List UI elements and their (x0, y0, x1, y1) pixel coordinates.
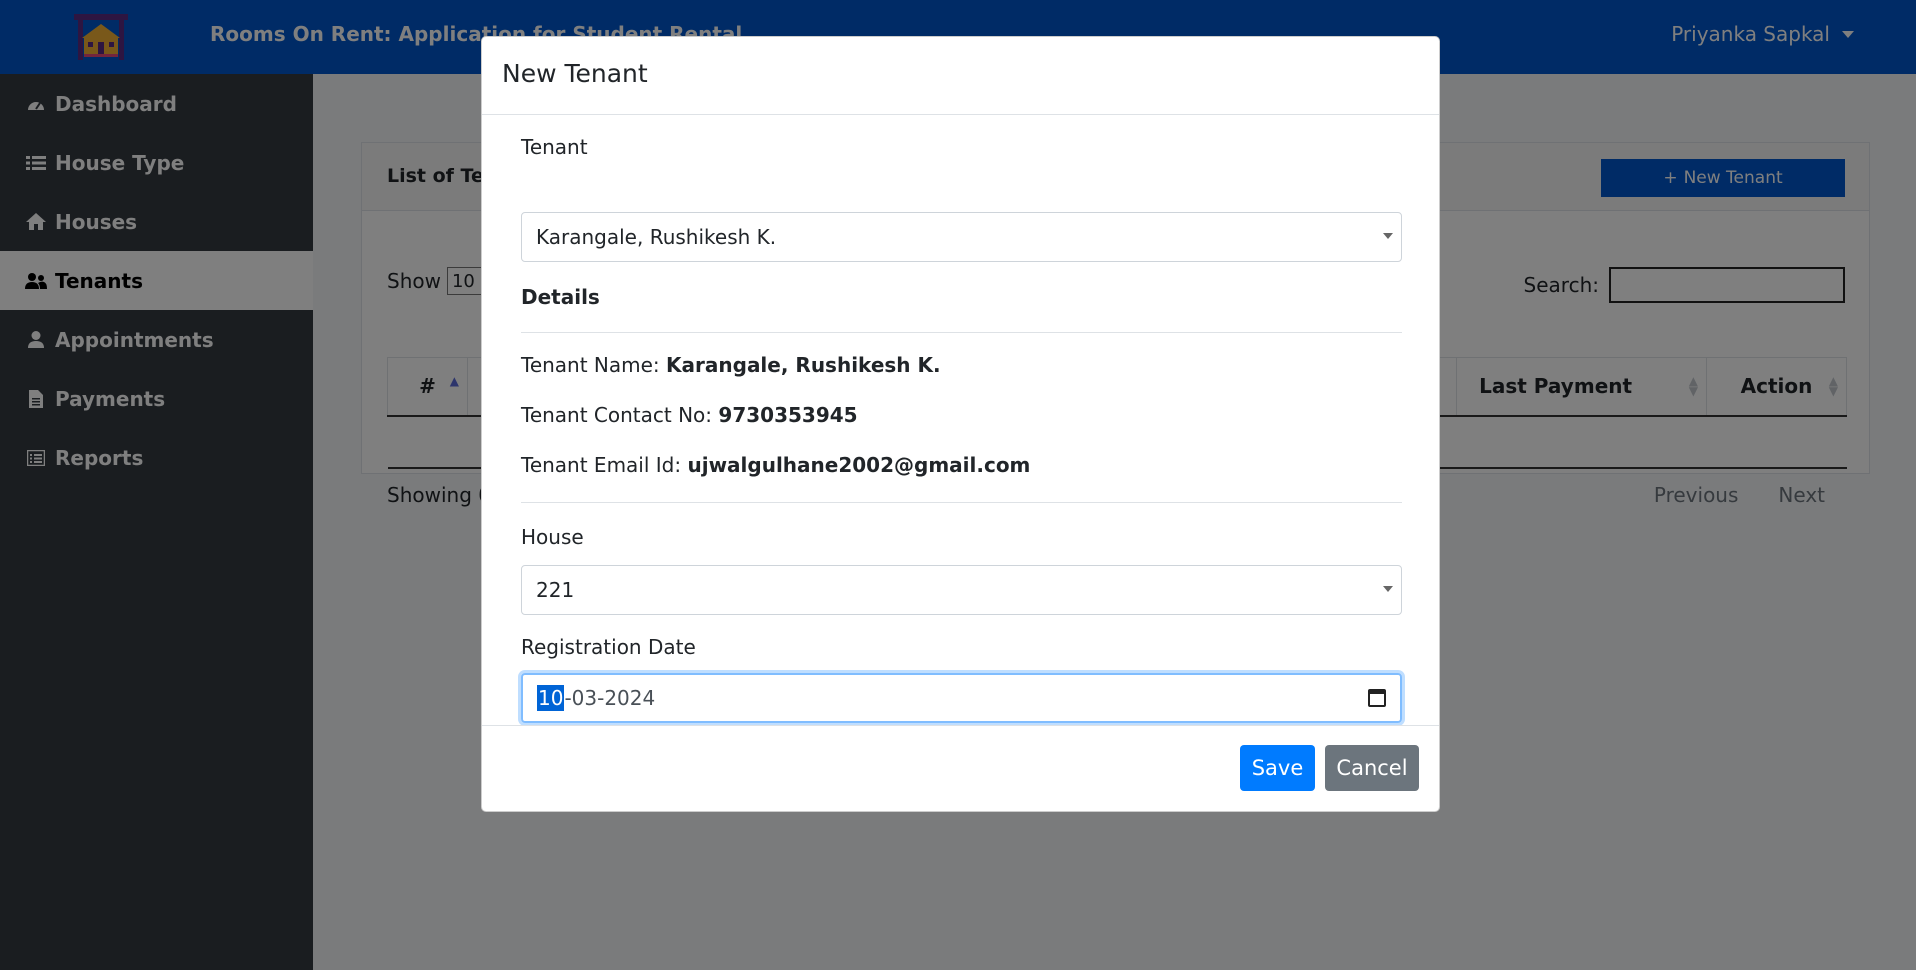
tenant-label: Tenant (521, 135, 588, 159)
tenant-contact-detail: Tenant Contact No: 9730353945 (521, 403, 858, 427)
chevron-down-icon (1383, 233, 1393, 239)
modal-footer-divider (482, 725, 1439, 726)
date-month-year-segment[interactable]: -03-2024 (564, 686, 655, 710)
registration-date-label: Registration Date (521, 635, 696, 659)
calendar-icon[interactable] (1368, 689, 1386, 707)
house-label: House (521, 525, 584, 549)
save-button[interactable]: Save (1240, 745, 1315, 791)
house-select[interactable]: 221 (521, 565, 1402, 615)
tenant-email-value: ujwalgulhane2002@gmail.com (687, 453, 1031, 477)
chevron-down-icon (1383, 586, 1393, 592)
tenant-select[interactable]: Karangale, Rushikesh K. (521, 212, 1402, 262)
new-tenant-modal: New Tenant Tenant Karangale, Rushikesh K… (481, 36, 1440, 812)
tenant-email-detail: Tenant Email Id: ujwalgulhane2002@gmail.… (521, 453, 1031, 477)
divider (521, 332, 1402, 333)
registration-date-input[interactable]: 10 -03-2024 (521, 673, 1402, 723)
date-day-segment[interactable]: 10 (537, 685, 565, 711)
house-select-value: 221 (536, 578, 575, 602)
tenant-name-detail: Tenant Name: Karangale, Rushikesh K. (521, 353, 941, 377)
tenant-select-value: Karangale, Rushikesh K. (536, 225, 777, 249)
divider (521, 502, 1402, 503)
modal-title: New Tenant (502, 59, 648, 88)
modal-header: New Tenant (482, 37, 1439, 115)
details-title: Details (521, 285, 600, 309)
cancel-button[interactable]: Cancel (1325, 745, 1419, 791)
tenant-contact-value: 9730353945 (718, 403, 858, 427)
tenant-name-value: Karangale, Rushikesh K. (666, 353, 941, 377)
